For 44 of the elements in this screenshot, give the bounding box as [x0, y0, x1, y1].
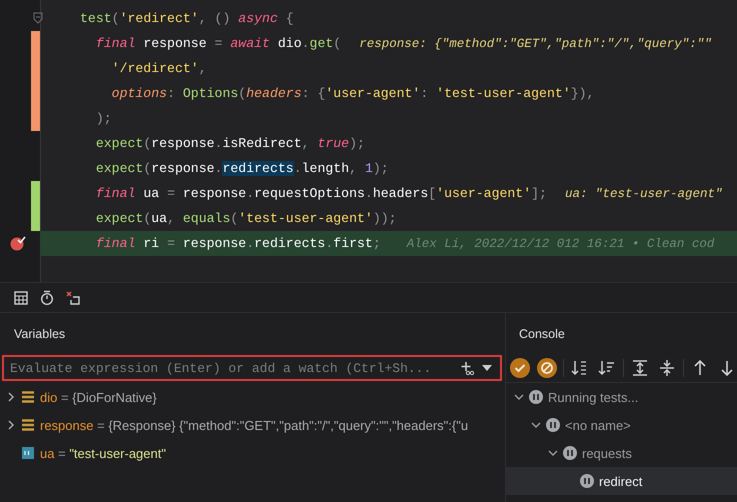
- code-line: '/redirect',: [110, 61, 207, 76]
- pause-icon: [580, 474, 594, 488]
- variable-entry: response = {Response} {"method":"GET","path":"/","query":"","headers":{"u: [40, 418, 468, 432]
- code-line: expect(ua, equals('test-user-agent'));: [94, 211, 397, 226]
- code-line: test('redirect', () async {: [80, 11, 294, 26]
- code-line: final response = await dio.get(: [94, 36, 342, 51]
- test-tree-item[interactable]: redirect: [506, 467, 737, 495]
- filter-ignored-button[interactable]: [536, 357, 558, 379]
- fold-icon[interactable]: [33, 12, 43, 24]
- console-heading: Console: [518, 326, 566, 341]
- field-stack-icon: [22, 419, 34, 431]
- code-line: expect(response.isRedirect, true);: [94, 136, 365, 151]
- chevron-down-icon[interactable]: [531, 420, 541, 430]
- chevron-right-icon[interactable]: [6, 420, 16, 430]
- chevron-down-icon[interactable]: [548, 448, 558, 458]
- variables-heading: Variables: [13, 326, 66, 341]
- primitive-value-icon: [22, 447, 34, 459]
- code-line: expect(response.redirects.length, 1);: [94, 161, 389, 176]
- pause-icon: [563, 446, 577, 460]
- pause-icon: [546, 418, 560, 432]
- chevron-down-icon[interactable]: [514, 392, 524, 402]
- code-line: final ua = response.requestOptions.headers['user-agent'];: [94, 186, 547, 201]
- breakpoint-icon[interactable]: [10, 235, 26, 251]
- code-line: options: Options(headers: {'user-agent': 'test-user-agent'}),: [110, 86, 594, 101]
- test-tree-item[interactable]: Running tests...: [506, 383, 737, 411]
- code-line: final ri = response.redirects.first;: [94, 236, 381, 251]
- variable-entry: ua = "test-user-agent": [40, 446, 166, 460]
- evaluate-field[interactable]: Evaluate expression (Enter) or add a watch (Ctrl+Sh...: [2, 355, 502, 381]
- field-stack-icon: [22, 391, 34, 403]
- close-restore-icon[interactable]: [66, 290, 80, 304]
- dropdown-caret-icon[interactable]: [482, 365, 492, 371]
- stopwatch-icon[interactable]: [40, 290, 54, 305]
- test-tree-item[interactable]: requests: [506, 439, 737, 467]
- filter-passed-button[interactable]: [510, 357, 531, 379]
- table-icon[interactable]: [14, 290, 28, 304]
- inlay-hint: response: {"method":"GET","path":"/","query":"": [359, 36, 712, 50]
- chevron-right-icon[interactable]: [6, 392, 16, 402]
- blame-annotation: Alex Li, 2022/12/12 012 16:21 • Clean cod: [406, 236, 714, 250]
- pause-icon: [529, 390, 543, 404]
- test-tree-item[interactable]: <no name>: [506, 411, 737, 439]
- add-watch-icon[interactable]: [460, 361, 474, 375]
- inlay-hint: ua: "test-user-agent": [564, 186, 722, 200]
- variable-entry: dio = {DioForNative}: [40, 390, 157, 404]
- code-line: );: [94, 111, 112, 126]
